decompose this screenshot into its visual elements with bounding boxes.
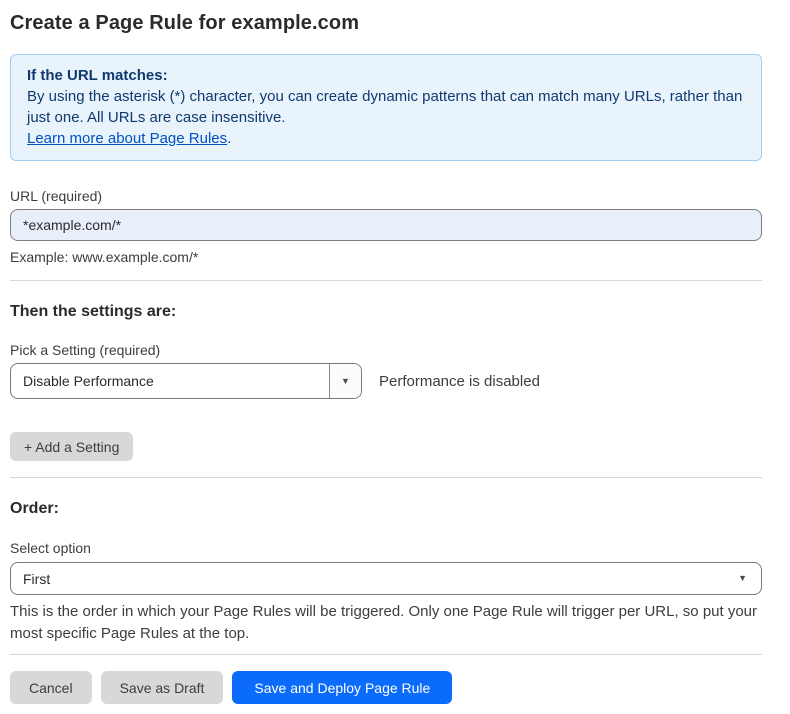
save-as-draft-button[interactable]: Save as Draft bbox=[101, 671, 224, 704]
url-match-info-box: If the URL matches: By using the asteris… bbox=[10, 54, 762, 161]
learn-more-link[interactable]: Learn more about Page Rules bbox=[27, 130, 227, 147]
info-box-link-line: Learn more about Page Rules. bbox=[27, 128, 745, 149]
order-select-value: First bbox=[23, 571, 738, 587]
add-setting-button[interactable]: + Add a Setting bbox=[10, 432, 133, 461]
info-box-heading: If the URL matches: bbox=[27, 65, 745, 86]
url-example-text: Example: www.example.com/* bbox=[10, 248, 762, 266]
setting-status-text: Performance is disabled bbox=[379, 373, 540, 390]
link-suffix: . bbox=[227, 130, 231, 147]
divider bbox=[10, 477, 762, 478]
info-box-body: By using the asterisk (*) character, you… bbox=[27, 86, 745, 128]
setting-select[interactable]: Disable Performance ▼ bbox=[10, 363, 362, 399]
setting-select-value: Disable Performance bbox=[11, 364, 329, 398]
setting-row: Disable Performance ▼ Performance is dis… bbox=[10, 363, 762, 399]
order-select[interactable]: First ▼ bbox=[10, 562, 762, 595]
chevron-down-icon: ▼ bbox=[738, 574, 747, 583]
divider bbox=[10, 654, 762, 655]
order-help-text: This is the order in which your Page Rul… bbox=[10, 601, 762, 645]
settings-section-heading: Then the settings are: bbox=[10, 302, 762, 322]
chevron-down-icon: ▼ bbox=[341, 377, 350, 386]
setting-select-caret-button[interactable]: ▼ bbox=[329, 364, 361, 398]
url-field-label: URL (required) bbox=[10, 187, 762, 205]
order-select-label: Select option bbox=[10, 539, 762, 557]
divider bbox=[10, 280, 762, 281]
page-title: Create a Page Rule for example.com bbox=[10, 0, 762, 35]
page-rule-form: Create a Page Rule for example.com If th… bbox=[10, 0, 762, 704]
footer-actions: Cancel Save as Draft Save and Deploy Pag… bbox=[10, 671, 762, 704]
save-and-deploy-button[interactable]: Save and Deploy Page Rule bbox=[232, 671, 452, 704]
pick-setting-label: Pick a Setting (required) bbox=[10, 341, 762, 359]
url-input[interactable] bbox=[10, 209, 762, 241]
order-section-heading: Order: bbox=[10, 499, 762, 519]
cancel-button[interactable]: Cancel bbox=[10, 671, 92, 704]
